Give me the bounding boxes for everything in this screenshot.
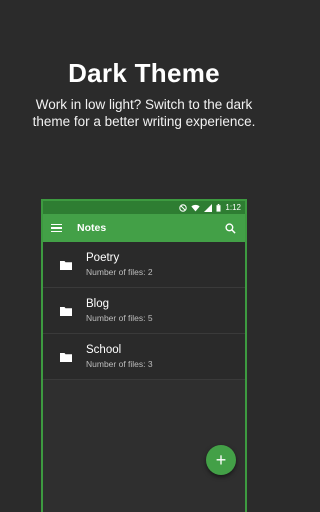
battery-icon [216,203,221,212]
list-item[interactable]: Poetry Number of files: 2 [43,242,245,288]
promo-subtitle: Work in low light? Switch to the dark th… [32,97,256,129]
folder-name: Poetry [86,252,120,264]
signal-icon [204,203,213,212]
add-icon: + [215,450,227,470]
folder-file-count: Number of files: 2 [86,267,153,277]
folder-name: School [86,344,122,356]
status-time: 1:12 [225,203,241,212]
do-not-disturb-icon [179,203,188,212]
wifi-icon [191,204,201,212]
folder-list: Poetry Number of files: 2 Blog Number of… [43,242,245,380]
folder-name: Blog [86,298,110,310]
folder-icon [60,352,72,362]
folder-file-count: Number of files: 5 [86,313,153,323]
add-button[interactable]: + [206,445,236,475]
folder-icon [60,306,72,316]
app-title: Notes [77,222,107,234]
list-item[interactable]: Blog Number of files: 5 [43,288,245,334]
folder-icon [60,260,72,270]
menu-icon[interactable] [51,221,65,235]
list-item[interactable]: School Number of files: 3 [43,334,245,380]
app-bar: Notes [43,214,245,242]
phone-screen: 1:12 Notes Poetry Number of files: 2 Blo… [41,199,247,512]
folder-file-count: Number of files: 3 [86,359,153,369]
status-bar: 1:12 [43,201,245,214]
promo-title: Dark Theme [68,58,220,88]
search-icon[interactable] [223,221,237,235]
